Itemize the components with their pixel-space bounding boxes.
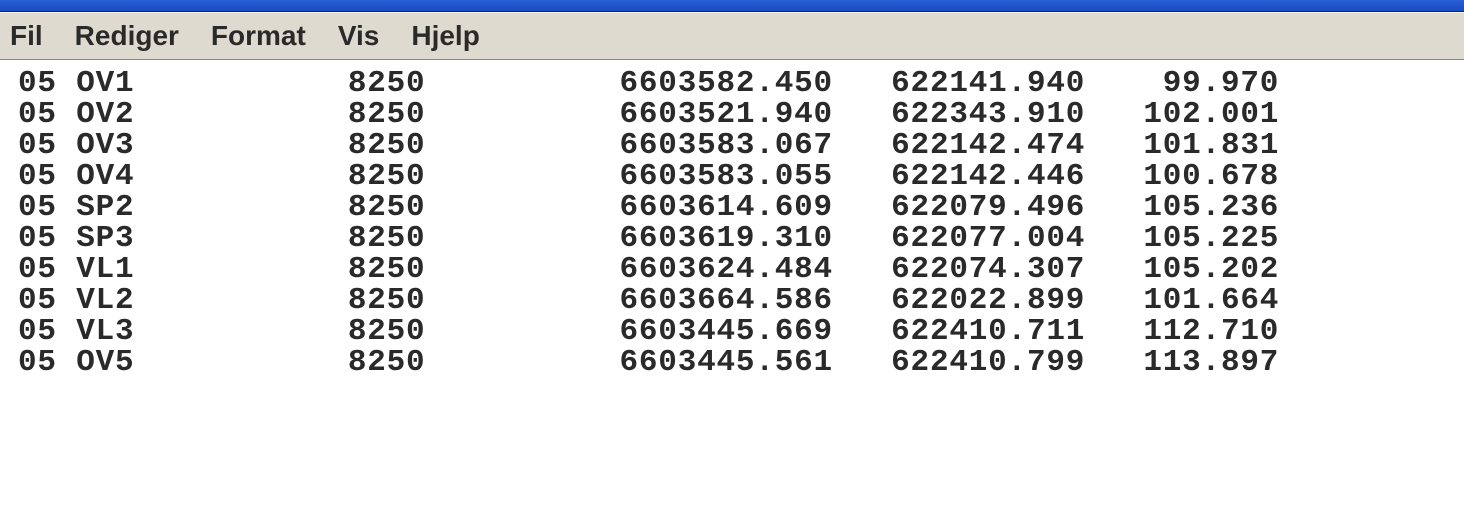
text-line: 05 SP3 8250 6603619.310 622077.004 105.2…: [18, 223, 1446, 254]
menu-format[interactable]: Format: [211, 20, 306, 52]
text-line: 05 OV5 8250 6603445.561 622410.799 113.8…: [18, 347, 1446, 378]
text-line: 05 VL3 8250 6603445.669 622410.711 112.7…: [18, 316, 1446, 347]
menu-rediger[interactable]: Rediger: [75, 20, 179, 52]
menu-hjelp[interactable]: Hjelp: [411, 20, 479, 52]
menu-fil[interactable]: Fil: [10, 20, 43, 52]
text-line: 05 OV1 8250 6603582.450 622141.940 99.97…: [18, 68, 1446, 99]
text-line: 05 VL1 8250 6603624.484 622074.307 105.2…: [18, 254, 1446, 285]
titlebar-strip: [0, 0, 1464, 12]
text-content[interactable]: 05 OV1 8250 6603582.450 622141.940 99.97…: [0, 60, 1464, 530]
text-line: 05 OV4 8250 6603583.055 622142.446 100.6…: [18, 161, 1446, 192]
menubar: Fil Rediger Format Vis Hjelp: [0, 12, 1464, 60]
text-line: 05 SP2 8250 6603614.609 622079.496 105.2…: [18, 192, 1446, 223]
text-line: 05 OV2 8250 6603521.940 622343.910 102.0…: [18, 99, 1446, 130]
text-line: 05 VL2 8250 6603664.586 622022.899 101.6…: [18, 285, 1446, 316]
text-line: 05 OV3 8250 6603583.067 622142.474 101.8…: [18, 130, 1446, 161]
menu-vis[interactable]: Vis: [338, 20, 380, 52]
